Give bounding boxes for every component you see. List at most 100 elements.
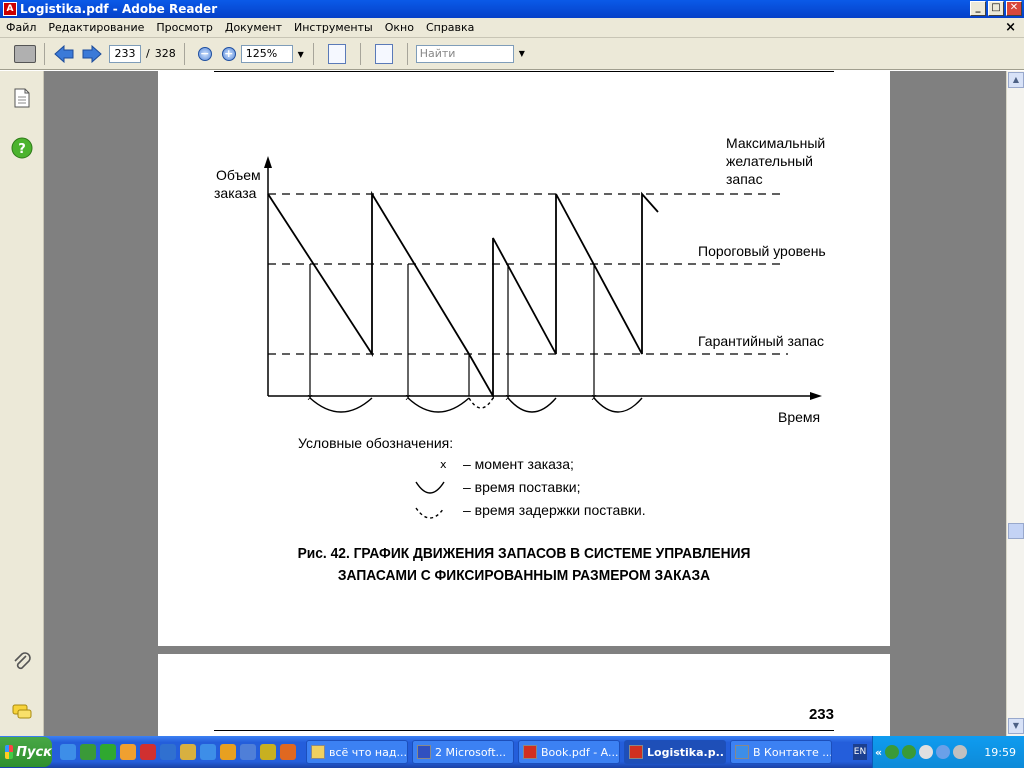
total-pages: 328 [154, 47, 176, 60]
comments-icon[interactable] [11, 701, 33, 723]
pdf-page-next: 233 [158, 654, 890, 736]
x-axis-label: Время [778, 409, 820, 425]
chevron-down-icon[interactable]: ▼ [519, 49, 525, 58]
taskbar-item-logistika-pdf[interactable]: Logistika.p... [624, 740, 726, 764]
quick-launch [60, 744, 296, 760]
zoom-value: 125% [245, 46, 278, 60]
menu-bar: Файл Редактирование Просмотр Документ Ин… [0, 18, 1024, 38]
ie-icon [735, 745, 749, 759]
menu-document[interactable]: Документ [219, 21, 288, 34]
level-max-label-line3: запас [726, 171, 763, 187]
media-player-icon[interactable] [160, 744, 176, 760]
menu-file[interactable]: Файл [0, 21, 42, 34]
caption-line2: ЗАПАСАМИ С ФИКСИРОВАННЫМ РАЗМЕРОМ ЗАКАЗА [337, 567, 711, 584]
tray-expand-icon[interactable]: « [875, 746, 882, 759]
svg-text:x: x [307, 393, 313, 403]
page-number-input[interactable]: 233 [109, 44, 141, 63]
navigation-panel: ? [0, 71, 44, 736]
network-icon[interactable] [260, 744, 276, 760]
itunes-icon[interactable] [240, 744, 256, 760]
next-page-icon[interactable] [81, 43, 103, 65]
tray-volume-icon[interactable] [953, 745, 968, 759]
chevron-down-icon[interactable]: ▼ [298, 47, 304, 63]
legend-delivery-label: – время поставки; [463, 479, 580, 495]
menu-help[interactable]: Справка [420, 21, 480, 34]
level-max-label-line1: Максимальный [726, 135, 825, 151]
print-icon[interactable] [14, 44, 36, 63]
help-icon[interactable]: ? [11, 137, 33, 159]
start-label: Пуск [16, 744, 52, 760]
icq-icon[interactable] [180, 744, 196, 760]
pages-icon[interactable] [11, 87, 33, 109]
butterfly-icon[interactable] [220, 744, 236, 760]
tray-network-icon[interactable] [885, 745, 900, 759]
document-area[interactable]: x x x x Объем заказа Максимальный желательн… [44, 71, 1006, 736]
taskbar-item-vkontakte[interactable]: В Контакте ... [730, 740, 832, 764]
taskbar-item-folder[interactable]: всё что над... [306, 740, 408, 764]
menu-tools[interactable]: Инструменты [288, 21, 379, 34]
page-separator: / [146, 47, 150, 60]
vertical-scrollbar[interactable]: ▲ ▼ [1006, 71, 1024, 736]
menu-view[interactable]: Просмотр [150, 21, 218, 34]
scroll-down-icon[interactable]: ▼ [1008, 718, 1024, 734]
pdf-icon [629, 745, 643, 759]
minimize-button[interactable]: _ [970, 1, 986, 16]
system-tray: EN « 19:59 [853, 736, 1024, 768]
ie-icon[interactable] [60, 744, 76, 760]
x-axis-arrow [810, 392, 822, 400]
clock: 19:59 [984, 745, 1016, 759]
legend-delay-symbol [415, 507, 445, 519]
attachment-icon[interactable] [11, 651, 33, 673]
previous-page-icon[interactable] [53, 43, 75, 65]
start-button[interactable]: Пуск [0, 737, 52, 767]
y-axis-arrow [264, 156, 272, 168]
pdf-icon [523, 745, 537, 759]
level-max-label-line2: желательный [726, 153, 813, 169]
legend-title: Условные обозначения: [298, 435, 453, 451]
title-bar: A Logistika.pdf - Adobe Reader _ □ ✕ [0, 0, 1024, 18]
tray-connection-icon[interactable] [936, 745, 951, 759]
maximize-button[interactable]: □ [988, 1, 1004, 16]
task-label: всё что над... [329, 745, 407, 759]
close-document-icon[interactable]: × [1005, 20, 1016, 35]
menu-window[interactable]: Окно [379, 21, 420, 34]
tray-utorrent-icon[interactable] [902, 745, 917, 759]
tray-antivirus-icon[interactable] [919, 745, 934, 759]
taskbar: Пуск всё что над... 2 Microsoft... Book.… [0, 736, 1024, 768]
zoom-select[interactable]: 125% ▼ [240, 44, 304, 63]
fit-width-icon[interactable] [327, 43, 346, 64]
folder-icon [311, 745, 325, 759]
delay-time-arc [468, 397, 494, 409]
toolbar-separator [359, 42, 361, 65]
taskbar-item-word[interactable]: 2 Microsoft... [412, 740, 514, 764]
zoom-in-icon[interactable]: + [221, 46, 236, 61]
close-button[interactable]: ✕ [1006, 1, 1022, 16]
firefox-icon[interactable] [280, 744, 296, 760]
mail-icon[interactable] [120, 744, 136, 760]
zoom-out-icon[interactable]: − [197, 46, 212, 61]
taskbar-item-book-pdf[interactable]: Book.pdf - A... [518, 740, 620, 764]
svg-text:x: x [405, 393, 411, 403]
checkmark-icon[interactable] [100, 744, 116, 760]
opera-icon[interactable] [140, 744, 156, 760]
toolbar-separator [406, 42, 408, 65]
page-bottom-rule [214, 730, 834, 731]
utorrent-icon[interactable] [80, 744, 96, 760]
task-label: Logistika.p... [647, 745, 726, 759]
browser-icon[interactable] [200, 744, 216, 760]
caption-line1: Рис. 42. ГРАФИК ДВИЖЕНИЯ ЗАПАСОВ В СИСТЕ… [297, 545, 751, 562]
adobe-reader-icon: A [3, 2, 17, 16]
fit-page-icon[interactable] [374, 43, 393, 64]
find-input[interactable]: Найти [415, 44, 514, 63]
legend-order-symbol: x [440, 458, 447, 471]
language-indicator[interactable]: EN [853, 744, 867, 760]
scroll-up-icon[interactable]: ▲ [1008, 72, 1024, 88]
svg-text:x: x [505, 393, 511, 403]
task-label: В Контакте ... [753, 745, 832, 759]
legend-order-label: – момент заказа; [463, 456, 574, 472]
svg-text:x: x [591, 393, 597, 403]
menu-edit[interactable]: Редактирование [42, 21, 150, 34]
scrollbar-thumb[interactable] [1008, 523, 1024, 539]
order-markers: xxxx [307, 393, 597, 403]
inventory-series-line [267, 190, 659, 400]
